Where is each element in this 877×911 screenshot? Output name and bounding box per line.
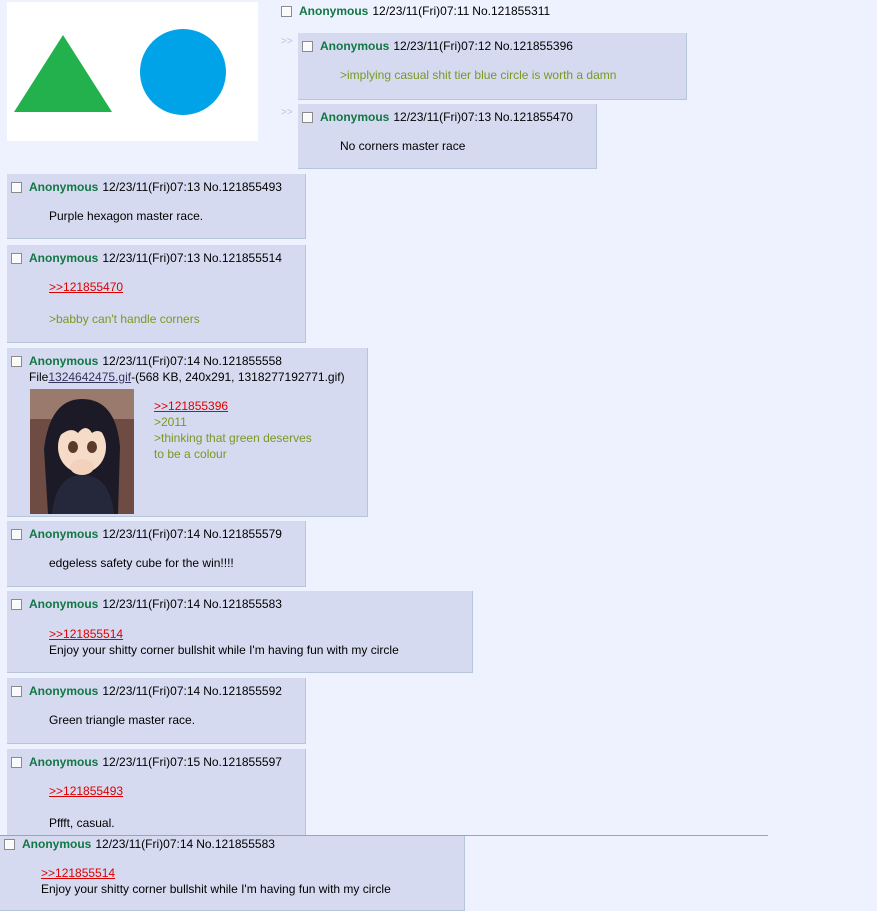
post-header: Anonymous 12/23/11(Fri)07:14 No.12185558… [11,596,282,612]
post-text: edgeless safety cube for the win!!!! [49,556,234,570]
post-header: Anonymous 12/23/11(Fri)07:13 No.12185547… [302,109,573,125]
post-date: 12/23/11(Fri)07:13 [102,251,201,265]
post-number[interactable]: No.121855514 [203,251,282,265]
greentext-line: >implying casual shit tier blue circle i… [340,68,617,82]
post-date: 12/23/11(Fri)07:12 [393,39,492,53]
post-number[interactable]: No.121855470 [494,110,573,124]
shapes-image [14,29,226,115]
op-date: 12/23/11(Fri)07:11 [372,4,470,18]
reply-arrow: >> [281,107,293,118]
reply-post: Anonymous 12/23/11(Fri)07:14 No.12185555… [7,348,368,517]
op-header: Anonymous 12/23/11(Fri)07:11 No.12185531… [281,2,550,20]
post-number[interactable]: No.121855579 [203,527,282,541]
post-number[interactable]: No.121855583 [196,837,275,851]
poster-name: Anonymous [320,110,390,124]
post-text: Enjoy your shitty corner bullshit while … [49,643,399,657]
post-number[interactable]: No.121855597 [203,755,282,769]
file-details: -(568 KB, 240x291, 1318277192771.gif) [131,370,345,384]
post-date: 12/23/11(Fri)07:13 [102,180,201,194]
reply-post: Anonymous 12/23/11(Fri)07:13 No.12185547… [298,104,597,169]
poster-name: Anonymous [29,755,99,769]
left-eye [68,441,78,453]
post-number[interactable]: No.121855583 [203,597,282,611]
poster-name: Anonymous [29,597,99,611]
greentext-line: >thinking that green deserves [154,431,312,445]
post-checkbox[interactable] [11,756,22,768]
op-name: Anonymous [299,4,369,18]
post-text: Enjoy your shitty corner bullshit while … [41,882,391,896]
post-date: 12/23/11(Fri)07:14 [102,597,201,611]
post-number[interactable]: No.121855493 [203,180,282,194]
post-checkbox[interactable] [11,181,22,193]
poster-name: Anonymous [29,354,99,368]
quote-link[interactable]: >>121855514 [41,865,115,881]
op-checkbox[interactable] [281,5,292,17]
hands-shape [70,459,94,475]
poster-name: Anonymous [29,527,99,541]
reply-post: Anonymous 12/23/11(Fri)07:12 No.12185539… [298,33,687,100]
post-checkbox[interactable] [11,528,22,540]
post-header: Anonymous 12/23/11(Fri)07:14 No.12185555… [11,353,282,369]
quote-link[interactable]: >>121855514 [49,626,123,642]
post-checkbox[interactable] [11,252,22,264]
reply-post: Anonymous 12/23/11(Fri)07:13 No.12185549… [7,174,306,239]
reply-post: Anonymous 12/23/11(Fri)07:14 No.12185557… [7,521,306,587]
post-date: 12/23/11(Fri)07:14 [102,527,201,541]
right-eye [87,441,97,453]
greentext-line: >babby can't handle corners [49,312,200,326]
hover-preview-post: Anonymous 12/23/11(Fri)07:14 No.12185558… [0,836,465,911]
post-date: 12/23/11(Fri)07:13 [393,110,492,124]
post-thumbnail[interactable] [30,389,134,514]
poster-name: Anonymous [29,251,99,265]
reply-post: Anonymous 12/23/11(Fri)07:14 No.12185559… [7,678,306,744]
post-checkbox[interactable] [11,355,22,367]
file-info: File1324642475.gif-(568 KB, 240x291, 131… [29,370,345,384]
reply-arrow: >> [281,36,293,47]
blue-circle [140,29,226,115]
post-header: Anonymous 12/23/11(Fri)07:13 No.12185549… [11,179,282,195]
post-header: Anonymous 12/23/11(Fri)07:15 No.12185559… [11,754,282,770]
greentext-line: to be a colour [154,447,227,461]
post-header: Anonymous 12/23/11(Fri)07:14 No.12185558… [4,836,275,852]
post-date: 12/23/11(Fri)07:15 [102,755,201,769]
quote-link[interactable]: >>121855470 [49,279,123,295]
post-date: 12/23/11(Fri)07:14 [102,354,201,368]
post-header: Anonymous 12/23/11(Fri)07:12 No.12185539… [302,38,573,54]
post-checkbox[interactable] [302,40,313,52]
post-text: Purple hexagon master race. [49,209,204,223]
post-checkbox[interactable] [4,838,15,850]
poster-name: Anonymous [22,837,92,851]
post-header: Anonymous 12/23/11(Fri)07:14 No.12185559… [11,683,282,699]
post-number[interactable]: No.121855592 [203,684,282,698]
greentext-line: >2011 [154,415,187,429]
op-post-number[interactable]: No.121855311 [472,4,550,18]
green-triangle [14,35,112,112]
poster-name: Anonymous [29,684,99,698]
post-number[interactable]: No.121855558 [203,354,282,368]
reply-post: Anonymous 12/23/11(Fri)07:13 No.12185551… [7,245,306,343]
post-header: Anonymous 12/23/11(Fri)07:13 No.12185551… [11,250,282,266]
quote-link[interactable]: >>121855396 [154,398,228,414]
post-text: Green triangle master race. [49,713,196,727]
post-date: 12/23/11(Fri)07:14 [95,837,194,851]
reply-post: Anonymous 12/23/11(Fri)07:15 No.12185559… [7,749,306,836]
anime-girl-thumbnail [30,389,134,514]
file-prefix: File [29,370,49,384]
op-image[interactable] [7,2,258,141]
file-link[interactable]: 1324642475.gif [48,370,131,384]
post-checkbox[interactable] [11,598,22,610]
poster-name: Anonymous [29,180,99,194]
poster-name: Anonymous [320,39,390,53]
post-number[interactable]: No.121855396 [494,39,573,53]
post-text: Pffft, casual. [49,816,115,830]
post-date: 12/23/11(Fri)07:14 [102,684,201,698]
quote-link[interactable]: >>121855493 [49,783,123,799]
post-checkbox[interactable] [11,685,22,697]
reply-post: Anonymous 12/23/11(Fri)07:14 No.12185558… [7,591,473,673]
post-text: No corners master race [340,139,466,153]
post-checkbox[interactable] [302,111,313,123]
post-header: Anonymous 12/23/11(Fri)07:14 No.12185557… [11,526,282,542]
